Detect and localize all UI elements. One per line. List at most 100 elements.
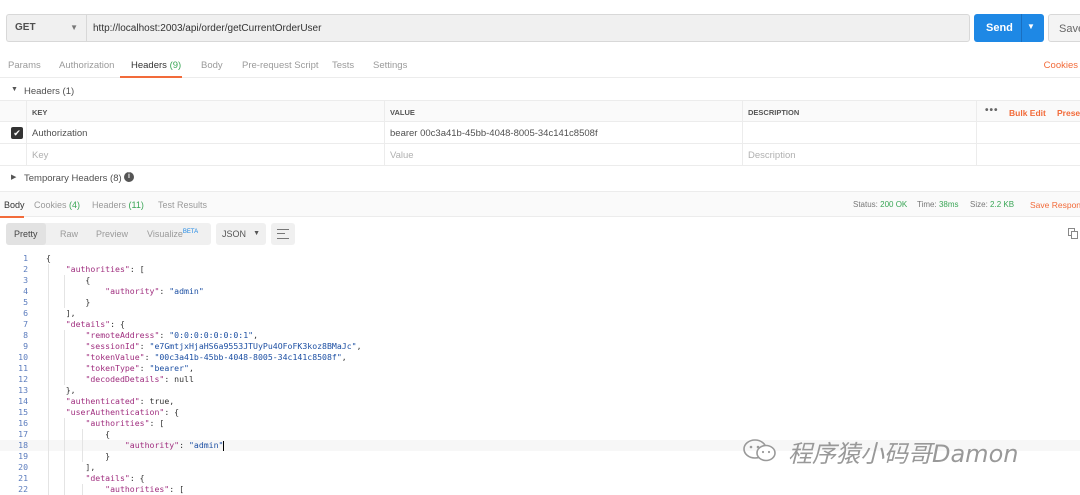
chevron-down-icon: ▼ [70, 23, 78, 32]
more-options-icon[interactable]: ••• [985, 105, 999, 116]
format-select[interactable]: JSON ▼ [216, 223, 266, 245]
code-text: { [46, 275, 91, 285]
code-line: 10 "tokenValue": "00c3a41b-45bb-4048-800… [0, 352, 1080, 363]
enabled-checkbox[interactable]: ✔ [11, 127, 23, 139]
caret-down-icon: ▼ [11, 86, 18, 93]
new-key-input[interactable]: Key [26, 144, 384, 166]
code-line: 6 ], [0, 308, 1080, 319]
line-number: 7 [23, 319, 28, 329]
line-number: 17 [18, 429, 28, 439]
headers-table-header: KEY VALUE DESCRIPTION ••• Bulk Edit Pres… [0, 100, 1080, 123]
tab-headers-count: (9) [169, 60, 182, 71]
line-number: 9 [23, 341, 28, 351]
view-raw[interactable]: Raw [60, 223, 78, 245]
chevron-down-icon: ▼ [253, 230, 260, 237]
send-divider [1021, 14, 1022, 42]
line-number: 15 [18, 407, 28, 417]
headers-section-title: Headers (1) [24, 86, 75, 97]
column-actions: ••• Bulk Edit Presets [976, 101, 1080, 123]
response-tab-headers-count: (11) [128, 200, 144, 210]
status-readout: Status: 200 OK [853, 200, 907, 209]
save-response-button[interactable]: Save Response [1030, 200, 1080, 210]
cookies-link[interactable]: Cookies [1044, 60, 1078, 71]
method-select[interactable]: GET ▼ [6, 14, 86, 42]
presets-link[interactable]: Presets [1057, 108, 1080, 118]
code-text: } [46, 297, 91, 307]
indent-guide [64, 330, 65, 385]
response-tab-test-results[interactable]: Test Results [158, 200, 207, 210]
tab-params[interactable]: Params [8, 60, 41, 71]
tab-tests[interactable]: Tests [332, 60, 354, 71]
header-value-cell[interactable]: bearer 00c3a41b-45bb-4048-8005-34c141c85… [384, 122, 742, 144]
header-description-cell[interactable] [742, 122, 976, 144]
send-options-chevron-icon[interactable]: ▼ [1027, 22, 1035, 31]
table-row: ✔ Authorization bearer 00c3a41b-45bb-404… [0, 122, 1080, 144]
info-icon[interactable]: i [124, 172, 134, 182]
code-line: 21 "details": { [0, 473, 1080, 484]
new-value-input[interactable]: Value [384, 144, 742, 166]
url-input[interactable]: http://localhost:2003/api/order/getCurre… [86, 14, 970, 42]
size-label: Size: [970, 200, 988, 209]
line-number: 11 [18, 363, 28, 373]
code-text: }, [46, 385, 76, 395]
copy-icon[interactable] [1068, 228, 1078, 239]
status-label: Status: [853, 200, 878, 209]
code-text: ], [46, 462, 96, 472]
size-value: 2.2 KB [990, 200, 1015, 209]
column-key: KEY [26, 101, 384, 123]
view-preview[interactable]: Preview [96, 223, 128, 245]
response-tab-body[interactable]: Body [4, 200, 25, 210]
line-number: 14 [18, 396, 28, 406]
column-value: VALUE [384, 101, 742, 123]
indent-guide [64, 275, 65, 308]
save-button[interactable]: Save [1048, 14, 1080, 42]
code-line: 15 "userAuthentication": { [0, 407, 1080, 418]
line-number: 2 [23, 264, 28, 274]
response-tab-headers-label: Headers [92, 200, 127, 210]
active-tab-indicator [120, 76, 182, 78]
response-tab-cookies-count: (4) [69, 200, 81, 210]
code-text: "authority": "admin" [105, 286, 204, 296]
code-text: { [46, 429, 111, 439]
tab-pre-request-script[interactable]: Pre-request Script [242, 60, 319, 71]
code-text: "details": { [85, 473, 145, 483]
code-line: 16 "authorities": [ [0, 418, 1080, 429]
code-text: "authority": "admin" [124, 440, 225, 451]
line-number: 1 [23, 253, 28, 263]
line-number: 5 [23, 297, 28, 307]
response-tab-cookies-label: Cookies [34, 200, 67, 210]
tab-authorization[interactable]: Authorization [59, 60, 114, 71]
tab-settings[interactable]: Settings [373, 60, 407, 71]
code-line: 8 "remoteAddress": "0:0:0:0:0:0:0:1", [0, 330, 1080, 341]
code-text: { [46, 253, 51, 263]
line-number: 8 [23, 330, 28, 340]
code-text: "tokenType": "bearer", [85, 363, 194, 373]
format-label: JSON [222, 229, 247, 239]
headers-section-toggle[interactable]: ▼ Headers (1) [0, 80, 1080, 102]
time-readout: Time: 38ms [917, 200, 959, 209]
response-tab-headers[interactable]: Headers (11) [92, 200, 144, 210]
view-visualize[interactable]: VisualizeBETA [147, 223, 198, 245]
tab-body[interactable]: Body [201, 60, 223, 71]
wrap-lines-button[interactable] [271, 223, 295, 245]
headers-table: KEY VALUE DESCRIPTION ••• Bulk Edit Pres… [0, 100, 1080, 166]
line-number: 21 [18, 473, 28, 483]
line-number: 12 [18, 374, 28, 384]
watermark-text: 程序猿小码哥Damon [788, 440, 1019, 468]
line-number: 16 [18, 418, 28, 428]
bulk-edit-link[interactable]: Bulk Edit [1009, 108, 1046, 118]
row-actions [976, 122, 1080, 144]
line-number: 13 [18, 385, 28, 395]
tab-headers[interactable]: Headers (9) [131, 60, 181, 71]
temporary-headers-toggle[interactable]: ▶ Temporary Headers (8) i [0, 167, 1080, 189]
send-button[interactable]: Send ▼ [974, 14, 1044, 42]
code-text: "userAuthentication": { [65, 407, 180, 417]
response-tab-cookies[interactable]: Cookies (4) [34, 200, 80, 210]
view-pretty[interactable]: Pretty [6, 223, 46, 245]
code-line: 3 { [0, 275, 1080, 286]
header-key-cell[interactable]: Authorization [26, 122, 384, 144]
code-text: } [46, 451, 111, 461]
response-tabs: Body Cookies (4) Headers (11) Test Resul… [0, 191, 1080, 218]
new-description-input[interactable]: Description [742, 144, 976, 166]
line-number: 4 [23, 286, 28, 296]
